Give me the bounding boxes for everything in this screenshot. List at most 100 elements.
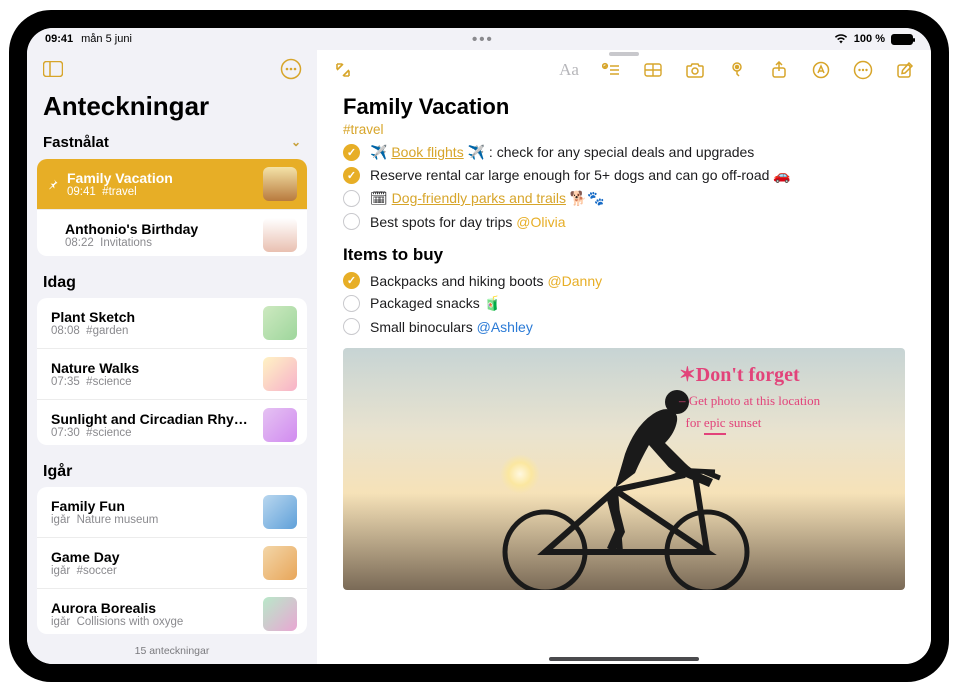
multitask-dots-icon[interactable]: •••: [472, 31, 494, 48]
note-row[interactable]: Plant Sketch 08:08 #garden: [37, 298, 307, 349]
check-text: Packaged snacks: [370, 295, 484, 311]
handwriting-line2: for epic sunset: [679, 415, 889, 434]
note-editor: Aa: [317, 50, 931, 664]
note-content[interactable]: Family Vacation #travel ✈️ Book flights …: [317, 90, 931, 664]
sidebar-toggle-button[interactable]: [41, 57, 65, 81]
note-title: Game Day: [51, 549, 255, 565]
note-row[interactable]: Aurora Borealis igår Collisions with oxy…: [37, 589, 307, 634]
checklist-items: Backpacks and hiking boots @Danny Packag…: [343, 269, 905, 338]
checkbox-icon[interactable]: [343, 190, 360, 207]
home-indicator[interactable]: [549, 657, 699, 661]
pinned-section-label: Fastnålat: [43, 134, 109, 151]
check-text: Best spots for day trips: [370, 214, 516, 230]
note-row-family-vacation[interactable]: Family Vacation 09:41 #travel: [37, 159, 307, 210]
note-toolbar: Aa: [317, 50, 931, 90]
checkbox-checked-icon[interactable]: [343, 167, 360, 184]
note-title: Family Vacation: [343, 94, 905, 120]
note-subtitle: 08:22 Invitations: [65, 237, 255, 249]
checklist-main: ✈️ Book flights ✈️ : check for any speci…: [343, 141, 905, 233]
lock-button[interactable]: [727, 60, 747, 80]
note-subtitle: 07:30 #science: [51, 427, 255, 439]
note-title: Sunlight and Circadian Rhy…: [51, 411, 255, 427]
emoji: 🗓: [370, 190, 388, 206]
checkbox-icon[interactable]: [343, 295, 360, 312]
note-thumbnail: [263, 357, 297, 391]
note-subtitle: 09:41 #travel: [67, 186, 255, 198]
pinned-notes-card: Family Vacation 09:41 #travel Anthonio's…: [37, 159, 307, 257]
check-item[interactable]: Reserve rental car large enough for 5+ d…: [343, 164, 905, 187]
sidebar-footer-count: 15 anteckningar: [27, 638, 317, 664]
note-thumbnail: [263, 546, 297, 580]
wifi-icon: [834, 34, 848, 44]
check-item[interactable]: Small binoculars @Ashley: [343, 315, 905, 338]
emoji: 🚗: [773, 167, 790, 183]
yesterday-notes-card: Family Fun igår Nature museum Game Day i…: [37, 487, 307, 634]
check-text: Small binoculars: [370, 319, 477, 335]
note-title: Aurora Borealis: [51, 600, 255, 616]
checkbox-icon[interactable]: [343, 318, 360, 335]
mention-danny[interactable]: @Danny: [547, 273, 602, 289]
status-date: mån 5 juni: [81, 33, 132, 45]
check-item[interactable]: Best spots for day trips @Olivia: [343, 210, 905, 233]
emoji: ✈️: [370, 144, 387, 160]
note-row[interactable]: Game Day igår #soccer: [37, 538, 307, 589]
link-dog-friendly[interactable]: Dog-friendly parks and trails: [392, 190, 566, 206]
screen: 09:41 mån 5 juni ••• 100 %: [27, 28, 931, 664]
battery-percent: 100 %: [854, 33, 885, 45]
check-text: : check for any special deals and upgrad…: [489, 144, 754, 160]
emoji: 🧃: [484, 295, 501, 311]
mention-ashley[interactable]: @Ashley: [477, 319, 533, 335]
checkbox-icon[interactable]: [343, 213, 360, 230]
checkbox-checked-icon[interactable]: [343, 272, 360, 289]
more-options-button[interactable]: [279, 57, 303, 81]
pin-icon: [47, 178, 61, 190]
chevron-down-icon: ⌄: [291, 135, 301, 149]
window-handle[interactable]: [609, 52, 639, 56]
check-item[interactable]: Packaged snacks 🧃: [343, 292, 905, 315]
note-subtitle: igår Nature museum: [51, 514, 255, 526]
handwriting-annotation: ✶Don't forget – Get photo at this locati…: [679, 362, 889, 435]
check-item[interactable]: ✈️ Book flights ✈️ : check for any speci…: [343, 141, 905, 164]
note-row[interactable]: Nature Walks 07:35 #science: [37, 349, 307, 400]
battery-icon: [891, 34, 913, 45]
more-button[interactable]: [853, 60, 873, 80]
check-item[interactable]: 🗓 Dog-friendly parks and trails 🐕🐾: [343, 187, 905, 210]
note-thumbnail: [263, 167, 297, 201]
markup-button[interactable]: [811, 60, 831, 80]
note-row[interactable]: Family Fun igår Nature museum: [37, 487, 307, 538]
checkbox-checked-icon[interactable]: [343, 144, 360, 161]
table-button[interactable]: [643, 60, 663, 80]
checklist-button[interactable]: [601, 60, 621, 80]
check-text: Reserve rental car large enough for 5+ d…: [370, 167, 773, 183]
emoji: ✈️: [468, 144, 485, 160]
note-thumbnail: [263, 495, 297, 529]
note-thumbnail: [263, 408, 297, 442]
note-row[interactable]: Sunlight and Circadian Rhy… 07:30 #scien…: [37, 400, 307, 445]
compose-button[interactable]: [895, 60, 915, 80]
pinned-section-header[interactable]: Fastnålat ⌄: [27, 130, 317, 155]
check-item[interactable]: Backpacks and hiking boots @Danny: [343, 269, 905, 292]
note-tag[interactable]: #travel: [343, 122, 905, 137]
emoji: 🐕🐾: [570, 190, 605, 206]
share-button[interactable]: [769, 60, 789, 80]
expand-icon[interactable]: [333, 60, 353, 80]
note-title: Family Vacation: [67, 170, 255, 186]
check-text: Backpacks and hiking boots: [370, 273, 547, 289]
handwriting-title: Don't forget: [696, 364, 800, 386]
note-subtitle: 07:35 #science: [51, 376, 255, 388]
note-subtitle: igår #soccer: [51, 565, 255, 577]
note-title: Anthonio's Birthday: [65, 221, 255, 237]
yesterday-section-label: Igår: [27, 457, 317, 483]
ipad-frame: 09:41 mån 5 juni ••• 100 %: [9, 10, 949, 682]
note-title: Family Fun: [51, 498, 255, 514]
note-thumbnail: [263, 306, 297, 340]
note-row-anthonios-birthday[interactable]: Anthonio's Birthday 08:22 Invitations: [37, 210, 307, 257]
note-photo[interactable]: ✶Don't forget – Get photo at this locati…: [343, 348, 905, 590]
link-book-flights[interactable]: Book flights: [391, 144, 463, 160]
handwriting-line1: – Get photo at this location: [679, 393, 889, 409]
note-subtitle: 08:08 #garden: [51, 325, 255, 337]
mention-olivia[interactable]: @Olivia: [516, 214, 565, 230]
status-bar: 09:41 mån 5 juni ••• 100 %: [27, 28, 931, 50]
text-format-button[interactable]: Aa: [559, 60, 579, 80]
camera-button[interactable]: [685, 60, 705, 80]
